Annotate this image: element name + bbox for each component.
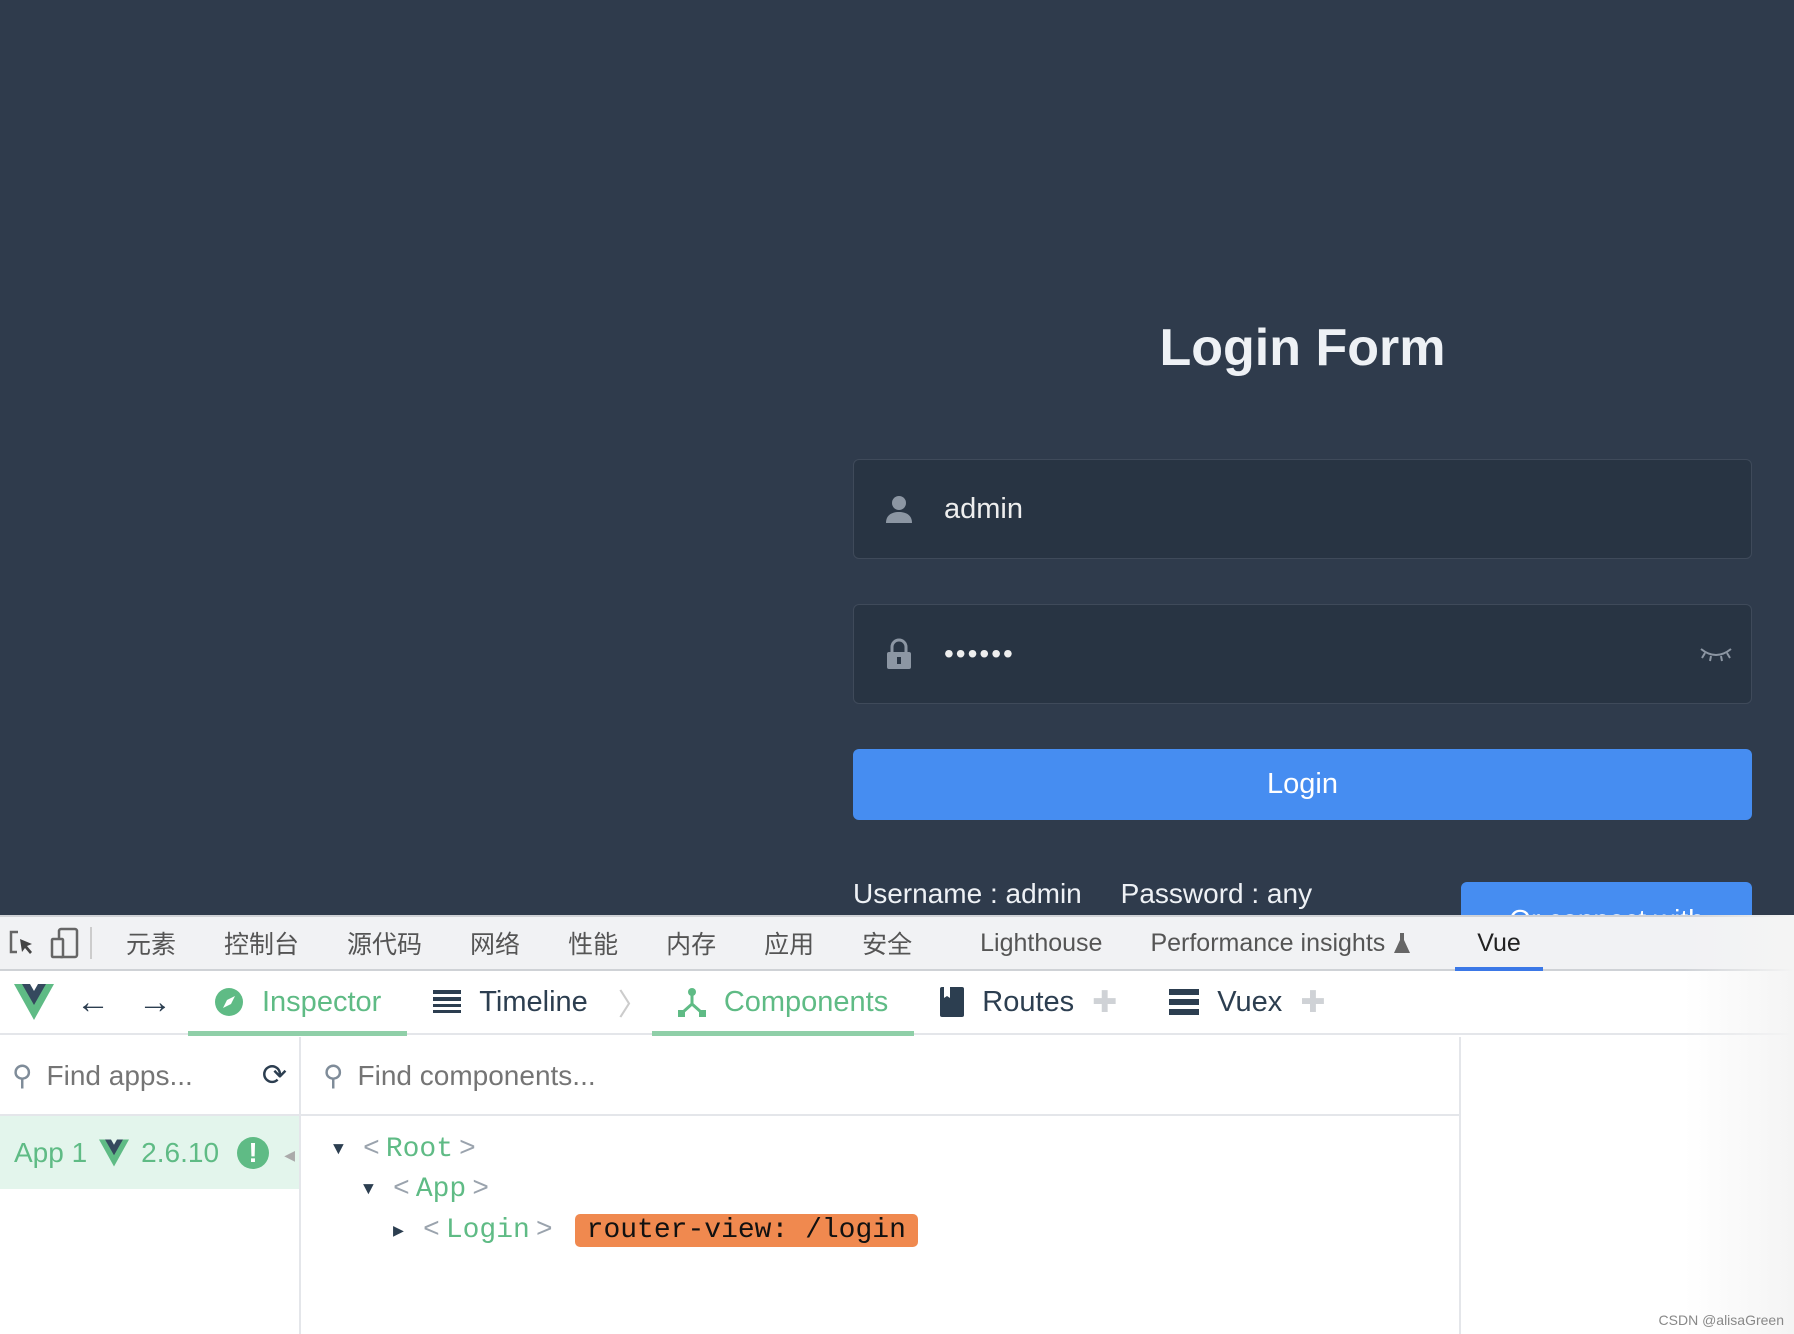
list-icon (1169, 989, 1200, 1015)
device-toolbar-icon[interactable] (50, 927, 80, 959)
devtools-tab-network[interactable]: 网络 (446, 917, 544, 969)
tab-inspector[interactable]: Inspector (188, 970, 408, 1036)
apps-pane: ⚲ ⟳ App 1 2.6.10 ! ◀ (0, 1037, 301, 1334)
app-name: App 1 (14, 1136, 88, 1168)
login-button[interactable]: Login (853, 749, 1752, 820)
router-view-badge: router-view: /login (574, 1214, 918, 1247)
puzzle-plugin-icon: ✚ (1300, 985, 1326, 1019)
vue-version: 2.6.10 (141, 1136, 220, 1168)
tab-label: Timeline (479, 985, 588, 1018)
vue-logo-icon (99, 1139, 130, 1166)
password-input[interactable]: •••••• (944, 638, 1681, 670)
component-name: Login (445, 1215, 530, 1246)
timeline-icon (433, 990, 462, 1013)
devtools-tab-memory[interactable]: 内存 (642, 917, 740, 969)
expanded-triangle-icon[interactable]: ▼ (363, 1180, 387, 1200)
find-apps-input[interactable] (46, 1059, 248, 1092)
tab-timeline[interactable]: Timeline (407, 970, 614, 1034)
lock-icon (854, 638, 944, 670)
puzzle-plugin-icon: ✚ (1092, 985, 1118, 1019)
components-pane: ⚲ ▼<Root> ▼<App> ▶<Login>router-view: /l… (301, 1037, 1461, 1334)
tab-routes[interactable]: Routes ✚ (914, 970, 1143, 1034)
expanded-triangle-icon[interactable]: ▼ (333, 1140, 357, 1160)
chevron-right-icon: 〉 (617, 989, 648, 1022)
component-tree-icon (677, 988, 706, 1017)
find-components-input[interactable] (357, 1059, 1447, 1092)
vue-devtools-toolbar: ← → Inspector Timeline 〉 Components Rout… (0, 970, 1794, 1036)
page-title: Login Form (1159, 319, 1446, 377)
devtools-tab-application[interactable]: 应用 (740, 917, 838, 969)
tree-node-app[interactable]: ▼ < App > (363, 1174, 489, 1205)
eye-closed-icon[interactable] (1681, 646, 1751, 662)
devtools-tab-elements[interactable]: 元素 (102, 917, 200, 969)
flask-icon (1394, 933, 1411, 953)
refresh-icon[interactable]: ⟳ (262, 1058, 287, 1093)
tab-label: Performance insights (1150, 928, 1386, 957)
edge-shadow (1684, 915, 1794, 1334)
find-components-search[interactable]: ⚲ (301, 1037, 1459, 1116)
warning-badge-icon: ! (237, 1136, 270, 1169)
search-icon: ⚲ (12, 1060, 33, 1091)
tab-label: Components (723, 985, 889, 1018)
devtools-tab-console[interactable]: 控制台 (200, 917, 323, 969)
find-apps-search[interactable]: ⚲ ⟳ (0, 1037, 299, 1116)
tab-vuex[interactable]: Vuex ✚ (1143, 970, 1351, 1034)
tree-node-root[interactable]: ▼ < Root > (333, 1134, 476, 1165)
collapse-pane-icon[interactable]: ◀ (284, 1147, 295, 1164)
devtools-tab-performance-insights[interactable]: Performance insights (1126, 917, 1435, 969)
tab-label: Inspector (262, 985, 382, 1018)
component-name: App (415, 1174, 467, 1205)
login-tips: Username : admin Password : any (853, 878, 1313, 909)
devtools-tab-performance[interactable]: 性能 (544, 917, 642, 969)
collapsed-triangle-icon[interactable]: ▶ (393, 1220, 417, 1242)
app-list-item[interactable]: App 1 2.6.10 ! (0, 1116, 299, 1189)
tab-label: Vuex (1217, 985, 1283, 1018)
book-icon (940, 987, 965, 1017)
devtools-tab-bar: 元素 控制台 源代码 网络 性能 内存 应用 安全 Lighthouse Per… (0, 917, 1794, 971)
back-arrow-icon[interactable]: ← (76, 983, 110, 1022)
compass-icon (215, 988, 243, 1016)
password-field[interactable]: •••••• (853, 604, 1752, 704)
tab-label: Routes (982, 985, 1075, 1018)
tree-node-login[interactable]: ▶ < Login > router-view: /login (393, 1214, 918, 1247)
search-icon: ⚲ (323, 1060, 344, 1091)
watermark: CSDN @alisaGreen (1658, 1312, 1784, 1328)
inspect-element-icon[interactable] (8, 929, 36, 957)
username-field[interactable] (853, 459, 1752, 559)
forward-arrow-icon[interactable]: → (138, 983, 172, 1022)
username-input[interactable] (944, 492, 1751, 526)
devtools-tab-security[interactable]: 安全 (838, 917, 936, 969)
vue-logo-icon (14, 984, 54, 1020)
tab-components[interactable]: Components (651, 970, 915, 1036)
devtools-panel: 元素 控制台 源代码 网络 性能 内存 应用 安全 Lighthouse Per… (0, 915, 1794, 1334)
devtools-tab-vue[interactable]: Vue (1455, 917, 1543, 971)
devtools-tab-lighthouse[interactable]: Lighthouse (956, 917, 1126, 969)
component-name: Root (385, 1134, 454, 1165)
user-icon (854, 494, 944, 524)
devtools-tab-sources[interactable]: 源代码 (323, 917, 446, 969)
